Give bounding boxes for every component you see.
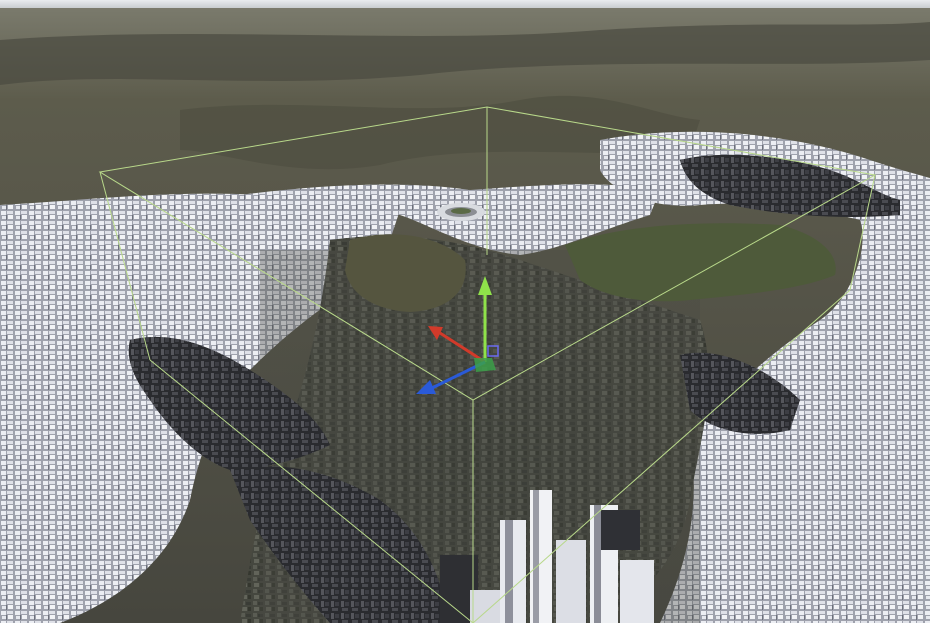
city-3d-render bbox=[0, 8, 930, 623]
3d-scene-viewport[interactable] bbox=[0, 0, 930, 623]
stadium-icon bbox=[437, 203, 485, 221]
